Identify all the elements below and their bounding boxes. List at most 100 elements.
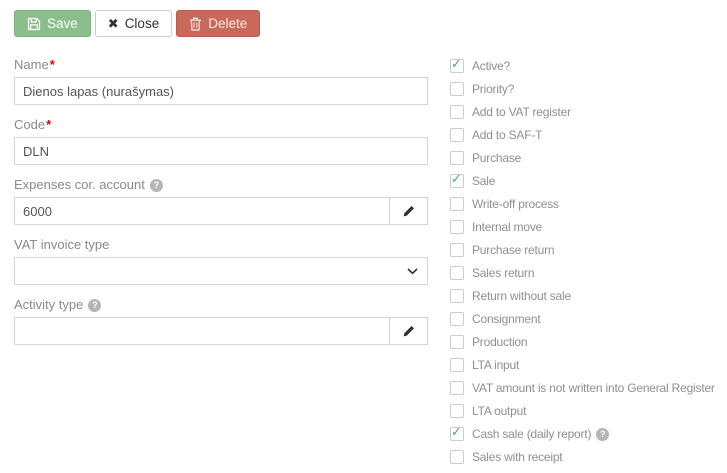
checkbox-row-internal-move[interactable]: Internal move bbox=[450, 220, 715, 234]
checkbox-label: Purchase return bbox=[472, 243, 555, 257]
toolbar: Save ✖ Close Delete bbox=[14, 10, 727, 37]
fields-column: Name* Code* Expenses cor. account ? bbox=[14, 58, 428, 358]
name-input[interactable] bbox=[14, 77, 428, 105]
checkbox-row-active[interactable]: Active? bbox=[450, 56, 715, 73]
save-button-label: Save bbox=[47, 15, 78, 31]
pencil-icon bbox=[403, 325, 414, 336]
edit-activity-type-button[interactable] bbox=[389, 318, 427, 344]
checkbox[interactable] bbox=[450, 82, 464, 96]
checkbox-label: Write-off process bbox=[472, 197, 559, 211]
vat-invoice-type-select[interactable] bbox=[14, 257, 428, 285]
checkbox-label: Consignment bbox=[472, 312, 541, 326]
code-input[interactable] bbox=[14, 137, 428, 165]
field-group-name: Name * bbox=[14, 58, 428, 105]
expenses-account-input-group bbox=[14, 197, 428, 225]
pencil-icon bbox=[403, 205, 414, 216]
required-asterisk: * bbox=[46, 117, 52, 132]
checkbox-row-sales-with-receipt[interactable]: Sales with receipt bbox=[450, 450, 715, 464]
checkbox[interactable] bbox=[450, 220, 464, 234]
vat-invoice-type-label-text: VAT invoice type bbox=[14, 237, 110, 252]
checkbox-row-lta-output[interactable]: LTA output bbox=[450, 404, 715, 418]
document-type-edit-form: Save ✖ Close Delete Name * Dienos lapas … bbox=[0, 0, 727, 473]
checkbox-row-add-to-vat-register[interactable]: Add to VAT register bbox=[450, 105, 715, 119]
close-button-label: Close bbox=[124, 15, 160, 31]
checkbox-label: Return without sale bbox=[472, 289, 571, 303]
checkbox[interactable] bbox=[450, 171, 464, 188]
expenses-account-label-text: Expenses cor. account bbox=[14, 177, 145, 192]
activity-type-label-text: Activity type bbox=[14, 297, 84, 312]
checkbox-label: Production bbox=[472, 335, 528, 349]
field-group-vat-invoice-type: VAT invoice type bbox=[14, 238, 428, 285]
checkbox-row-consignment[interactable]: Consignment bbox=[450, 312, 715, 326]
activity-type-input[interactable] bbox=[15, 318, 389, 344]
help-icon[interactable]: ? bbox=[88, 298, 102, 312]
required-asterisk: * bbox=[49, 57, 55, 72]
activity-type-label: Activity type ? bbox=[14, 298, 428, 312]
form-content: Name* Code* Expenses cor. account ? bbox=[14, 56, 727, 473]
checkbox-label: Active? bbox=[472, 59, 510, 73]
help-icon[interactable]: ? bbox=[596, 427, 610, 441]
edit-expenses-account-button[interactable] bbox=[389, 198, 427, 224]
checkboxes-column: Active? Priority? Add to VAT register Ad… bbox=[450, 56, 715, 473]
checkbox-row-cash-sale[interactable]: Cash sale (daily report) ? bbox=[450, 424, 715, 441]
checkbox[interactable] bbox=[450, 312, 464, 326]
name-label: Name * bbox=[14, 58, 428, 72]
save-button[interactable]: Save bbox=[14, 10, 91, 37]
checkbox-row-sales-return[interactable]: Sales return bbox=[450, 266, 715, 280]
checkbox-label: Purchase bbox=[472, 151, 522, 165]
checkbox-row-vat-amount-not-written[interactable]: VAT amount is not written into General R… bbox=[450, 381, 715, 395]
checkbox-row-sale[interactable]: Sale bbox=[450, 171, 715, 188]
checkbox-row-lta-input[interactable]: LTA input bbox=[450, 358, 715, 372]
checkbox[interactable] bbox=[450, 56, 464, 73]
trash-can-icon bbox=[190, 17, 202, 31]
checkbox[interactable] bbox=[450, 450, 464, 464]
field-group-activity-type: Activity type ? bbox=[14, 298, 428, 345]
code-label-text: Code bbox=[14, 117, 46, 132]
help-icon[interactable]: ? bbox=[149, 178, 163, 192]
checkbox[interactable] bbox=[450, 105, 464, 119]
checkbox[interactable] bbox=[450, 128, 464, 142]
vat-invoice-type-label: VAT invoice type bbox=[14, 238, 428, 252]
checkbox-label: Sales return bbox=[472, 266, 535, 280]
activity-type-input-group bbox=[14, 317, 428, 345]
checkbox[interactable] bbox=[450, 381, 464, 395]
vat-invoice-type-select-wrap bbox=[14, 257, 428, 285]
checkbox[interactable] bbox=[450, 335, 464, 349]
checkbox-row-priority[interactable]: Priority? bbox=[450, 82, 715, 96]
checkbox[interactable] bbox=[450, 266, 464, 280]
close-button[interactable]: ✖ Close bbox=[94, 10, 173, 37]
code-label: Code * bbox=[14, 118, 428, 132]
expenses-account-label: Expenses cor. account ? bbox=[14, 178, 428, 192]
checkbox-label: Priority? bbox=[472, 82, 515, 96]
checkbox[interactable] bbox=[450, 151, 464, 165]
field-group-code: Code * bbox=[14, 118, 428, 165]
checkbox-row-add-to-saf-t[interactable]: Add to SAF-T bbox=[450, 128, 715, 142]
checkbox-row-return-without-sale[interactable]: Return without sale bbox=[450, 289, 715, 303]
checkbox-row-production[interactable]: Production bbox=[450, 335, 715, 349]
checkbox[interactable] bbox=[450, 404, 464, 418]
checkbox-row-purchase-return[interactable]: Purchase return bbox=[450, 243, 715, 257]
checkbox-label: Add to VAT register bbox=[472, 105, 571, 119]
checkbox-label: Internal move bbox=[472, 220, 543, 234]
checkbox-label: Sales with receipt bbox=[472, 450, 563, 464]
checkbox-label: LTA output bbox=[472, 404, 527, 418]
checkbox-label: Cash sale (daily report) bbox=[472, 427, 592, 441]
checkbox[interactable] bbox=[450, 358, 464, 372]
expenses-account-input[interactable] bbox=[15, 198, 389, 224]
checkbox-label: LTA input bbox=[472, 358, 520, 372]
floppy-disk-icon bbox=[27, 17, 41, 30]
name-label-text: Name bbox=[14, 57, 49, 72]
x-mark-icon: ✖ bbox=[107, 16, 119, 31]
checkbox[interactable] bbox=[450, 197, 464, 211]
checkbox-row-purchase[interactable]: Purchase bbox=[450, 151, 715, 165]
checkbox[interactable] bbox=[450, 424, 464, 441]
delete-button[interactable]: Delete bbox=[176, 10, 261, 37]
delete-button-label: Delete bbox=[208, 15, 248, 31]
checkbox[interactable] bbox=[450, 243, 464, 257]
checkbox-label: Sale bbox=[472, 174, 496, 188]
checkbox[interactable] bbox=[450, 289, 464, 303]
checkbox-label: Add to SAF-T bbox=[472, 128, 543, 142]
field-group-expenses-account: Expenses cor. account ? bbox=[14, 178, 428, 225]
checkbox-label: VAT amount is not written into General R… bbox=[472, 381, 715, 395]
checkbox-row-write-off-process[interactable]: Write-off process bbox=[450, 197, 715, 211]
